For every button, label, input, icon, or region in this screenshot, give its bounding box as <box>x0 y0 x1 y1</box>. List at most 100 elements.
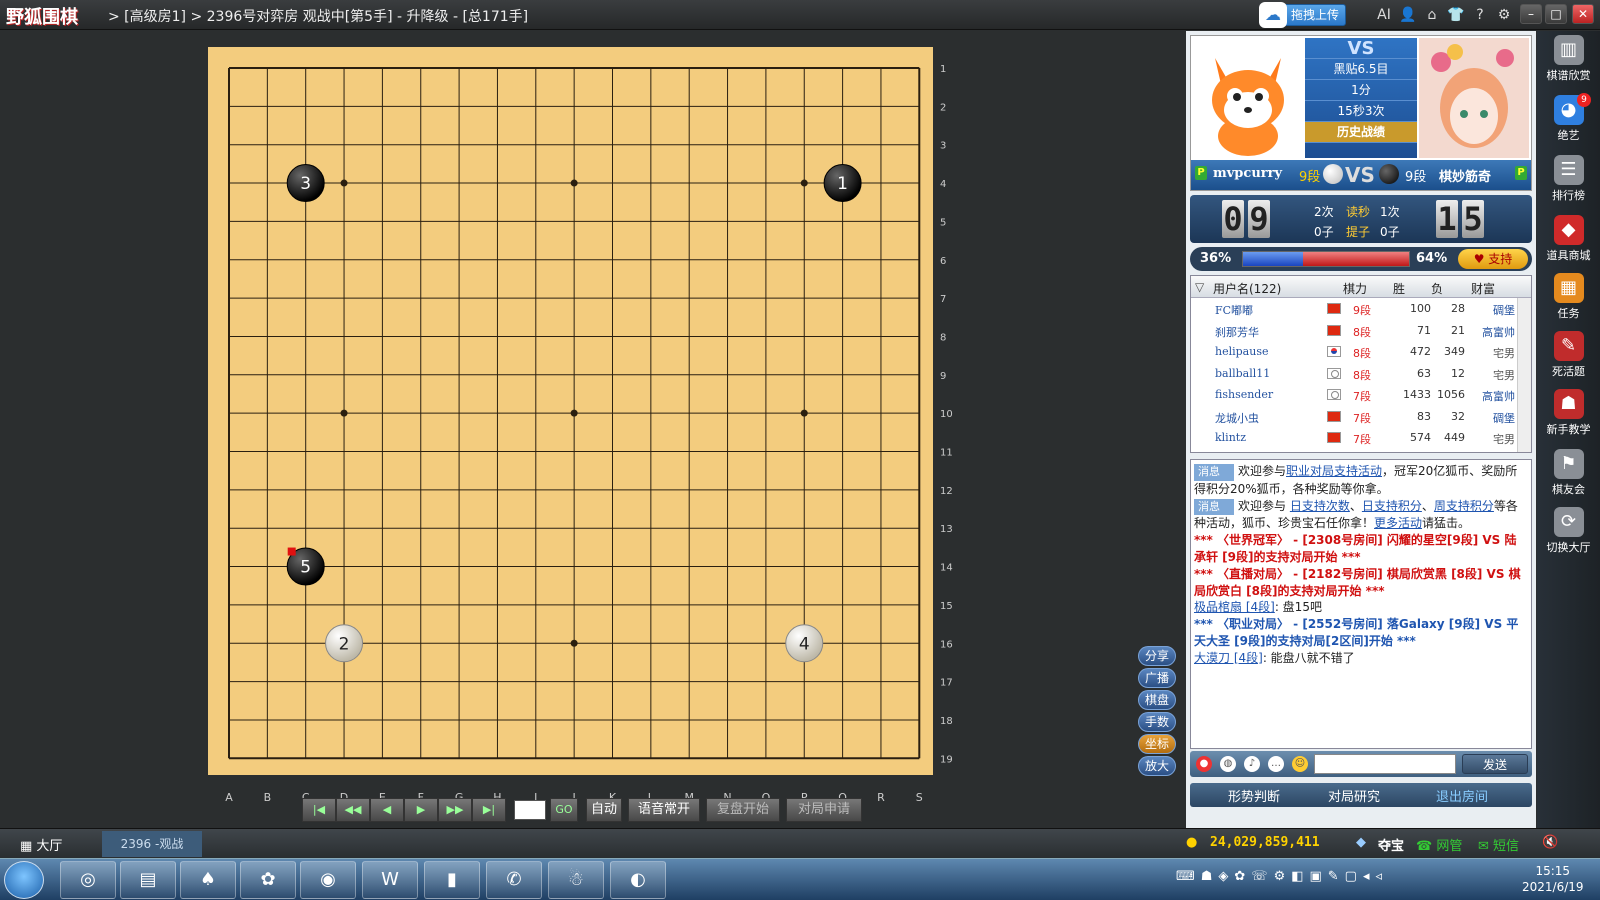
broadcast-message[interactable]: *** 〈职业对局〉 - [2552号房间] 落Galaxy [9段] VS 平… <box>1194 616 1528 650</box>
explorer-taskbar-icon[interactable]: ▤ <box>120 861 176 899</box>
spectator-name[interactable]: FC嘟嘟 <box>1215 302 1253 318</box>
daily-support-points-link[interactable]: 日支持积分 <box>1362 499 1422 513</box>
spectator-row[interactable]: fishsender 7段 1433 1056 高富帅 <box>1191 384 1531 406</box>
spectator-row[interactable]: ballball11 8段 63 12 宅男 <box>1191 363 1531 385</box>
close-button[interactable]: ✕ <box>1572 4 1594 24</box>
terminal-taskbar-icon[interactable]: ▮ <box>424 861 480 899</box>
shirt-icon[interactable]: 👕 <box>1446 5 1466 25</box>
filter-icon[interactable]: ▽ <box>1195 280 1204 294</box>
sidebar-item-task[interactable]: ▦ 任务 <box>1537 269 1600 325</box>
back-ten-button[interactable]: ◀◀ <box>336 798 370 822</box>
pink-app-taskbar-icon[interactable]: ◉ <box>300 861 356 899</box>
col-win[interactable]: 胜 <box>1393 280 1405 297</box>
first-move-button[interactable]: |◀ <box>302 798 336 822</box>
col-rank[interactable]: 棋力 <box>1343 280 1367 297</box>
start-button[interactable] <box>4 861 44 899</box>
coordinates-button[interactable]: 坐标 <box>1138 734 1176 754</box>
spectator-name[interactable]: 龙城小虫 <box>1215 410 1259 426</box>
zoom-button[interactable]: 放大 <box>1138 756 1176 776</box>
spectator-name[interactable]: fishsender <box>1215 388 1273 401</box>
spectator-row[interactable]: FC嘟嘟 9段 100 28 碉堡 <box>1191 298 1531 320</box>
more-activities-link[interactable]: 更多活动 <box>1374 516 1422 530</box>
position-judgement-button[interactable]: 形势判断 <box>1228 786 1280 805</box>
move-number-button[interactable]: 手数 <box>1138 712 1176 732</box>
netadmin-button[interactable]: ☎ 网管 <box>1416 835 1462 854</box>
treasure-button[interactable]: 夺宝 <box>1378 835 1404 854</box>
chat-user[interactable]: 极品棺扇 [4段] <box>1194 600 1275 614</box>
foxgo-taskbar-icon[interactable]: ◐ <box>610 861 666 899</box>
col-wealth[interactable]: 财富 <box>1471 280 1495 297</box>
globe-icon[interactable]: ◍ <box>1220 756 1236 772</box>
white-player-avatar[interactable] <box>1193 38 1303 158</box>
spectator-row[interactable]: 龙城小虫 7段 83 32 碉堡 <box>1191 406 1531 428</box>
home-icon[interactable]: ⌂ <box>1422 5 1442 25</box>
emoji-icon[interactable]: ☺ <box>1292 756 1308 772</box>
broadcast-message[interactable]: *** 〈直播对局〉 - [2182号房间] 棋局欣赏黑 [8段] VS 棋局欣… <box>1194 566 1528 600</box>
spectator-name[interactable]: helipause <box>1215 345 1268 358</box>
word-taskbar-icon[interactable]: W <box>362 861 418 899</box>
sidebar-item-pen[interactable]: ✎ 死活题 <box>1537 327 1600 383</box>
user-icon[interactable]: 👤 <box>1398 5 1418 25</box>
sidebar-item-teacher[interactable]: ☗ 新手教学 <box>1537 385 1600 441</box>
sidebar-item-flag[interactable]: ⚑ 棋友会 <box>1537 445 1600 501</box>
help-icon[interactable]: ? <box>1470 5 1490 25</box>
sidebar-item-switch[interactable]: ⟳ 切换大厅 <box>1537 503 1600 559</box>
spectator-name[interactable]: ballball11 <box>1215 367 1270 380</box>
prev-move-button[interactable]: ◀ <box>370 798 404 822</box>
chat-input[interactable] <box>1314 754 1456 774</box>
cloud-taskbar-icon[interactable]: ✿ <box>240 861 296 899</box>
share-button[interactable]: 分享 <box>1138 646 1176 666</box>
browser-taskbar-icon[interactable]: ◎ <box>60 861 116 899</box>
go-board[interactable]: ABCDEFGHIJKLMNOPQRS123456789101112131415… <box>0 31 1185 828</box>
go-button[interactable]: GO <box>550 798 578 822</box>
broadcast-message[interactable]: *** 〈世界冠军〉 - [2308号房间] 闪耀的星空[9段] VS 陆承轩 … <box>1194 532 1528 566</box>
sidebar-item-gem[interactable]: ◆ 道具商城 <box>1537 211 1600 267</box>
white-player-name[interactable]: mvpcurry <box>1213 166 1282 181</box>
spectator-name[interactable]: klintz <box>1215 431 1246 444</box>
cards-taskbar-icon[interactable]: ♠ <box>180 861 236 899</box>
room-tab[interactable]: 2396 -观战 <box>102 831 202 857</box>
spectator-scrollbar[interactable] <box>1517 298 1531 452</box>
speech-icon[interactable]: … <box>1268 756 1284 772</box>
col-username[interactable]: 用户名(122) <box>1213 280 1281 297</box>
last-move-button[interactable]: ▶| <box>472 798 506 822</box>
chat-user[interactable]: 大漠刀 [4段] <box>1194 651 1263 665</box>
microphone-icon[interactable]: ♪ <box>1244 756 1260 772</box>
exit-room-button[interactable]: 退出房间 <box>1436 786 1488 805</box>
mute-icon[interactable]: 🔇 <box>1542 835 1558 850</box>
forward-ten-button[interactable]: ▶▶ <box>438 798 472 822</box>
system-clock[interactable]: 15:15 2021/6/19 <box>1522 863 1584 895</box>
col-loss[interactable]: 负 <box>1431 280 1443 297</box>
qq-taskbar-icon[interactable]: ☃ <box>548 861 604 899</box>
spectator-row[interactable]: klintz 7段 574 449 宅男 <box>1191 427 1531 449</box>
maximize-button[interactable]: □ <box>1545 4 1567 24</box>
spectator-name[interactable]: 刹那芳华 <box>1215 324 1259 340</box>
record-icon[interactable]: ● <box>1196 756 1212 772</box>
wechat-taskbar-icon[interactable]: ✆ <box>486 861 542 899</box>
support-activity-link[interactable]: 职业对局支持活动 <box>1286 464 1382 478</box>
broadcast-button[interactable]: 广播 <box>1138 668 1176 688</box>
spectator-row[interactable]: helipause 8段 472 349 宅男 <box>1191 341 1531 363</box>
auto-button[interactable]: 自动 <box>586 798 622 822</box>
minimize-button[interactable]: – <box>1520 4 1542 24</box>
sidebar-item-book[interactable]: ▥ 棋谱欣赏 <box>1537 31 1600 87</box>
sidebar-item-ai[interactable]: ◕ 绝艺 9 <box>1537 91 1600 147</box>
system-tray[interactable]: ⌨☗◈✿☏⚙◧▣✎▢◂◃ <box>1176 869 1388 884</box>
lobby-tab[interactable]: ▦ 大厅 <box>20 835 62 854</box>
daily-support-count-link[interactable]: 日支持次数 <box>1290 499 1350 513</box>
voice-button[interactable]: 语音常开 <box>628 798 700 822</box>
ai-button[interactable]: AI <box>1374 5 1394 25</box>
next-move-button[interactable]: ▶ <box>404 798 438 822</box>
black-player-name[interactable]: 棋妙筋奇 <box>1439 166 1491 185</box>
game-research-button[interactable]: 对局研究 <box>1328 786 1380 805</box>
gear-icon[interactable]: ⚙ <box>1494 5 1514 25</box>
black-player-avatar[interactable] <box>1419 38 1529 158</box>
board-button[interactable]: 棋盘 <box>1138 690 1176 710</box>
sms-button[interactable]: ✉ 短信 <box>1478 835 1519 854</box>
move-number-input[interactable] <box>514 800 546 820</box>
send-button[interactable]: 发送 <box>1462 754 1528 774</box>
request-game-button[interactable]: 对局申请 <box>786 798 862 822</box>
upload-button[interactable]: ☁ 拖拽上传 <box>1259 2 1346 28</box>
replay-button[interactable]: 复盘开始 <box>706 798 780 822</box>
spectator-row[interactable]: 刹那芳华 8段 71 21 高富帅 <box>1191 320 1531 342</box>
